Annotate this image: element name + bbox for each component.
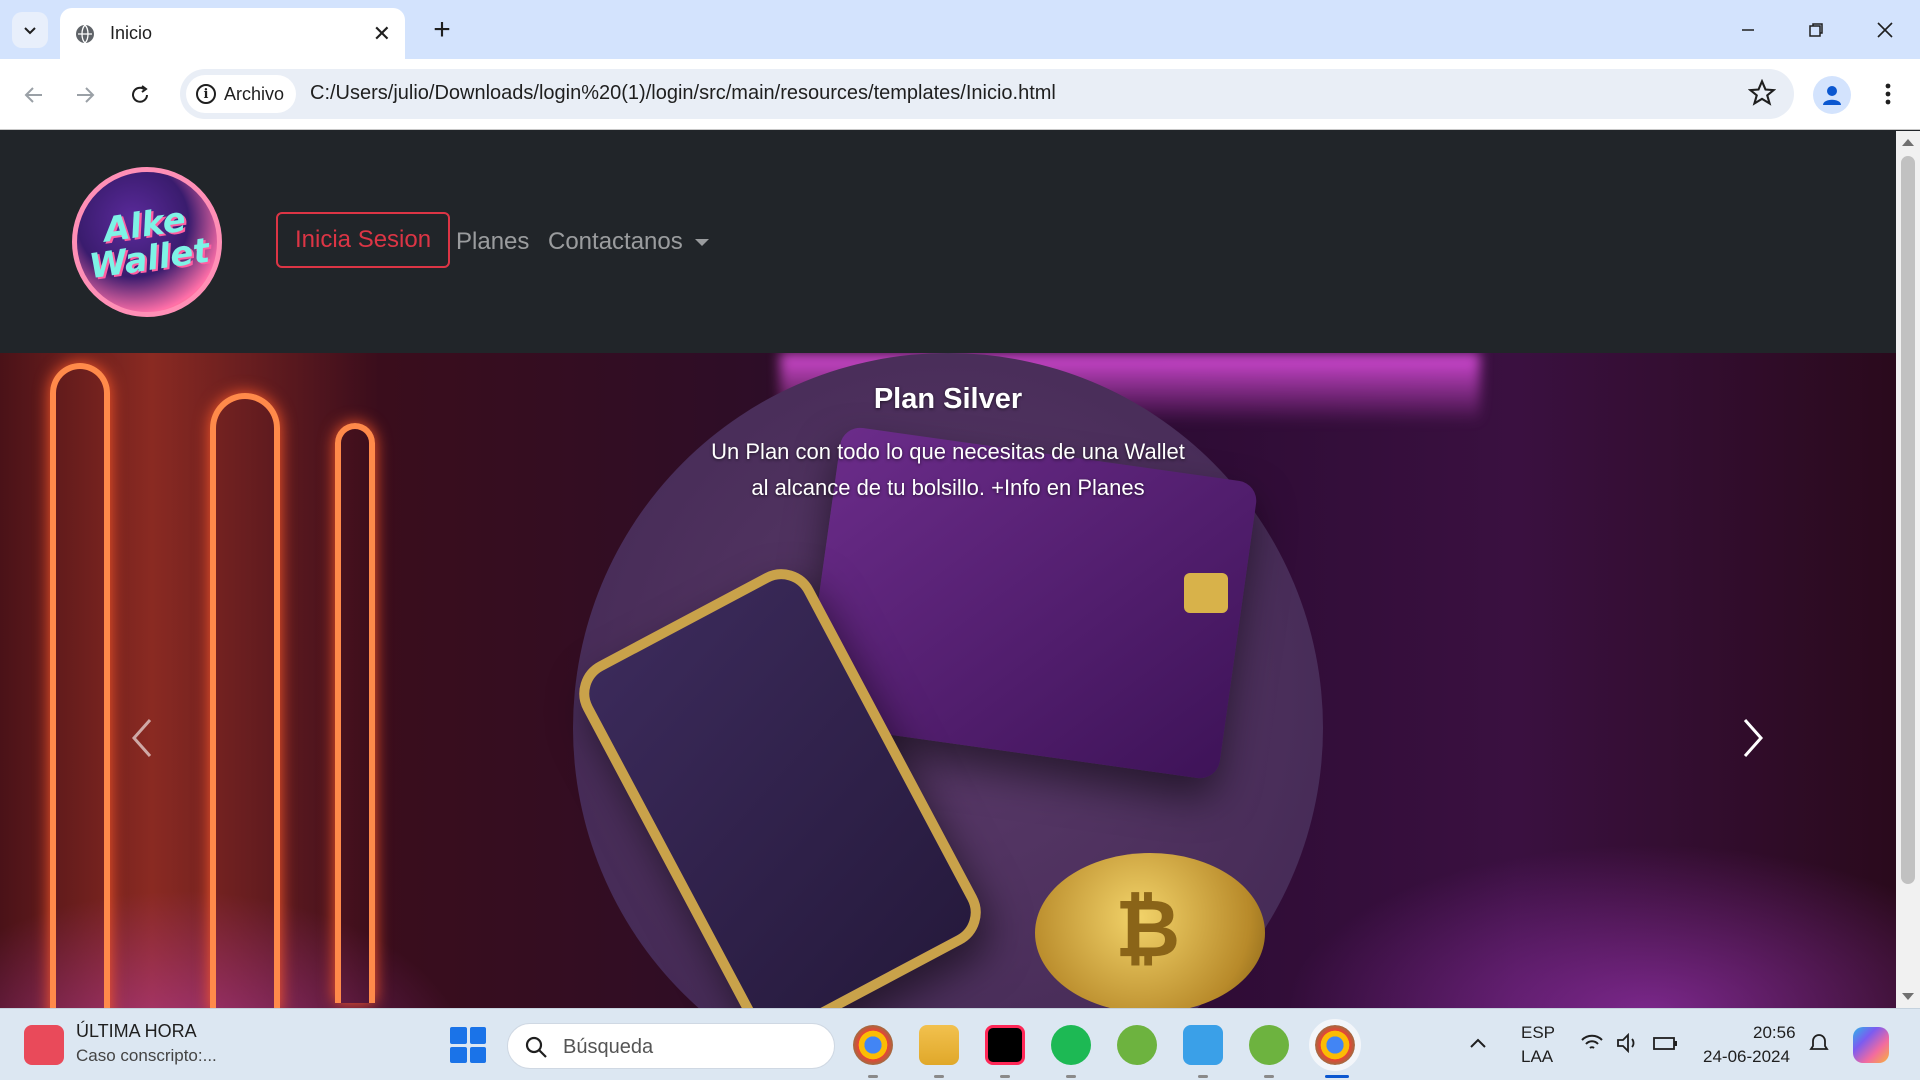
new-tab-button[interactable]: + <box>424 12 460 48</box>
battery-icon[interactable] <box>1653 1033 1679 1053</box>
slide-text-line-1: Un Plan con todo lo que necesitas de una… <box>711 439 1185 464</box>
notepad-icon[interactable] <box>1183 1025 1223 1065</box>
file-explorer-icon[interactable] <box>919 1025 959 1065</box>
hero-carousel: ₿ Plan Silver Un Plan con todo lo que ne… <box>0 353 1896 1008</box>
chevron-up-icon[interactable] <box>1469 1037 1487 1049</box>
url-text[interactable]: C:/Users/julio/Downloads/login%20(1)/log… <box>310 82 1056 105</box>
browser-tab[interactable]: Inicio ✕ <box>60 8 405 59</box>
close-icon <box>1877 22 1893 38</box>
wifi-icon[interactable] <box>1580 1033 1604 1053</box>
nav-link-contactanos[interactable]: Contactanos <box>548 228 709 256</box>
language-bottom[interactable]: LAA <box>1521 1047 1553 1067</box>
running-indicator <box>1000 1075 1010 1078</box>
windows-logo-pane <box>450 1046 467 1063</box>
running-indicator <box>868 1075 878 1078</box>
scrollbar-thumb[interactable] <box>1901 156 1915 884</box>
language-top[interactable]: ESP <box>1521 1023 1555 1043</box>
running-indicator <box>1066 1075 1076 1078</box>
windows-logo-pane <box>469 1046 486 1063</box>
arrow-right-icon <box>77 87 95 103</box>
site-navbar: Alke Wallet Inicia Sesion Planes Contact… <box>0 131 1896 353</box>
tab-search-button[interactable] <box>12 12 48 48</box>
tab-close-icon[interactable]: ✕ <box>373 21 391 47</box>
news-title[interactable]: ÚLTIMA HORA <box>76 1021 197 1042</box>
address-bar[interactable]: i Archivo C:/Users/julio/Downloads/login… <box>180 69 1794 119</box>
person-icon <box>1823 86 1841 105</box>
search-placeholder: Búsqueda <box>563 1036 654 1058</box>
browser-tabstrip: Inicio ✕ + <box>0 0 1920 59</box>
chevron-left-icon <box>131 719 152 757</box>
star-icon <box>1747 78 1777 106</box>
neon-arch <box>210 393 280 1008</box>
start-button[interactable] <box>450 1027 486 1063</box>
login-button[interactable]: Inicia Sesion <box>276 212 451 268</box>
scroll-down-icon[interactable] <box>1902 993 1914 1000</box>
carousel-next-button[interactable] <box>1733 708 1773 768</box>
clock-time[interactable]: 20:56 <box>1753 1023 1796 1043</box>
running-indicator <box>934 1075 944 1078</box>
restore-icon <box>1809 23 1823 37</box>
bitcoin-icon: ₿ <box>1115 884 1181 973</box>
search-icon <box>525 1036 547 1058</box>
neon-arch <box>335 423 375 1003</box>
chrome-taskbar-icon[interactable] <box>853 1025 893 1065</box>
reload-button[interactable] <box>120 75 160 115</box>
running-indicator <box>1198 1075 1208 1078</box>
windows-taskbar: ÚLTIMA HORA Caso conscripto:... Búsqueda… <box>0 1008 1920 1080</box>
close-window-button[interactable] <box>1862 10 1908 50</box>
back-button[interactable] <box>13 75 53 115</box>
minimize-button[interactable] <box>1725 10 1771 50</box>
forward-button[interactable] <box>66 75 106 115</box>
windows-logo-pane <box>469 1027 486 1044</box>
logo-text: Alke Wallet <box>86 199 212 288</box>
card-chip <box>1184 573 1228 613</box>
neon-arch <box>50 363 110 1008</box>
more-vert-icon <box>1885 83 1891 105</box>
bitcoin-coin-illustration: ₿ <box>1035 853 1265 1008</box>
site-info-label: Archivo <box>224 83 285 104</box>
notifications-icon[interactable] <box>1808 1033 1830 1055</box>
carousel-prev-button[interactable] <box>122 708 162 768</box>
restore-button[interactable] <box>1793 10 1839 50</box>
intellij-icon[interactable] <box>985 1025 1025 1065</box>
web-page: Alke Wallet Inicia Sesion Planes Contact… <box>0 131 1896 1008</box>
clock-date[interactable]: 24-06-2024 <box>1703 1047 1790 1067</box>
reload-icon <box>132 85 148 103</box>
dropdown-caret-icon <box>694 239 709 247</box>
windows-logo-pane <box>450 1027 467 1044</box>
running-indicator <box>1264 1075 1274 1078</box>
active-indicator <box>1325 1075 1349 1078</box>
chevron-right-icon <box>1743 719 1764 757</box>
site-info-chip[interactable]: i Archivo <box>186 75 297 113</box>
globe-icon <box>76 24 94 43</box>
chevron-down-icon <box>24 27 36 35</box>
copilot-icon[interactable] <box>1853 1027 1889 1063</box>
minimize-icon <box>1742 29 1754 31</box>
page-scrollbar[interactable] <box>1896 131 1920 1008</box>
tab-title: Inicio <box>110 23 153 43</box>
carousel-caption: Plan Silver Un Plan con todo lo que nece… <box>648 383 1248 506</box>
profile-button[interactable] <box>1813 76 1851 114</box>
news-subtitle[interactable]: Caso conscripto:... <box>76 1046 217 1066</box>
nav-link-planes[interactable]: Planes <box>456 228 529 256</box>
alke-wallet-logo[interactable]: Alke Wallet <box>72 167 222 317</box>
slide-title: Plan Silver <box>873 383 1023 415</box>
spring-tool-icon[interactable] <box>1117 1025 1157 1065</box>
scroll-up-icon[interactable] <box>1902 139 1914 146</box>
arrow-left-icon <box>24 87 42 103</box>
browser-menu-button[interactable] <box>1873 79 1903 109</box>
chrome-active-icon[interactable] <box>1309 1019 1361 1071</box>
taskbar-search[interactable]: Búsqueda <box>507 1023 835 1069</box>
spotify-icon[interactable] <box>1051 1025 1091 1065</box>
info-icon: i <box>196 84 216 104</box>
news-widget-icon[interactable] <box>24 1025 64 1065</box>
browser-toolbar: i Archivo C:/Users/julio/Downloads/login… <box>0 59 1920 130</box>
spring-tool-icon-2[interactable] <box>1249 1025 1289 1065</box>
volume-icon[interactable] <box>1616 1033 1640 1053</box>
bookmark-button[interactable] <box>1747 78 1777 112</box>
contactanos-label: Contactanos <box>548 228 683 255</box>
slide-text-line-2: al alcance de tu bolsillo. +Info en Plan… <box>751 475 1145 500</box>
